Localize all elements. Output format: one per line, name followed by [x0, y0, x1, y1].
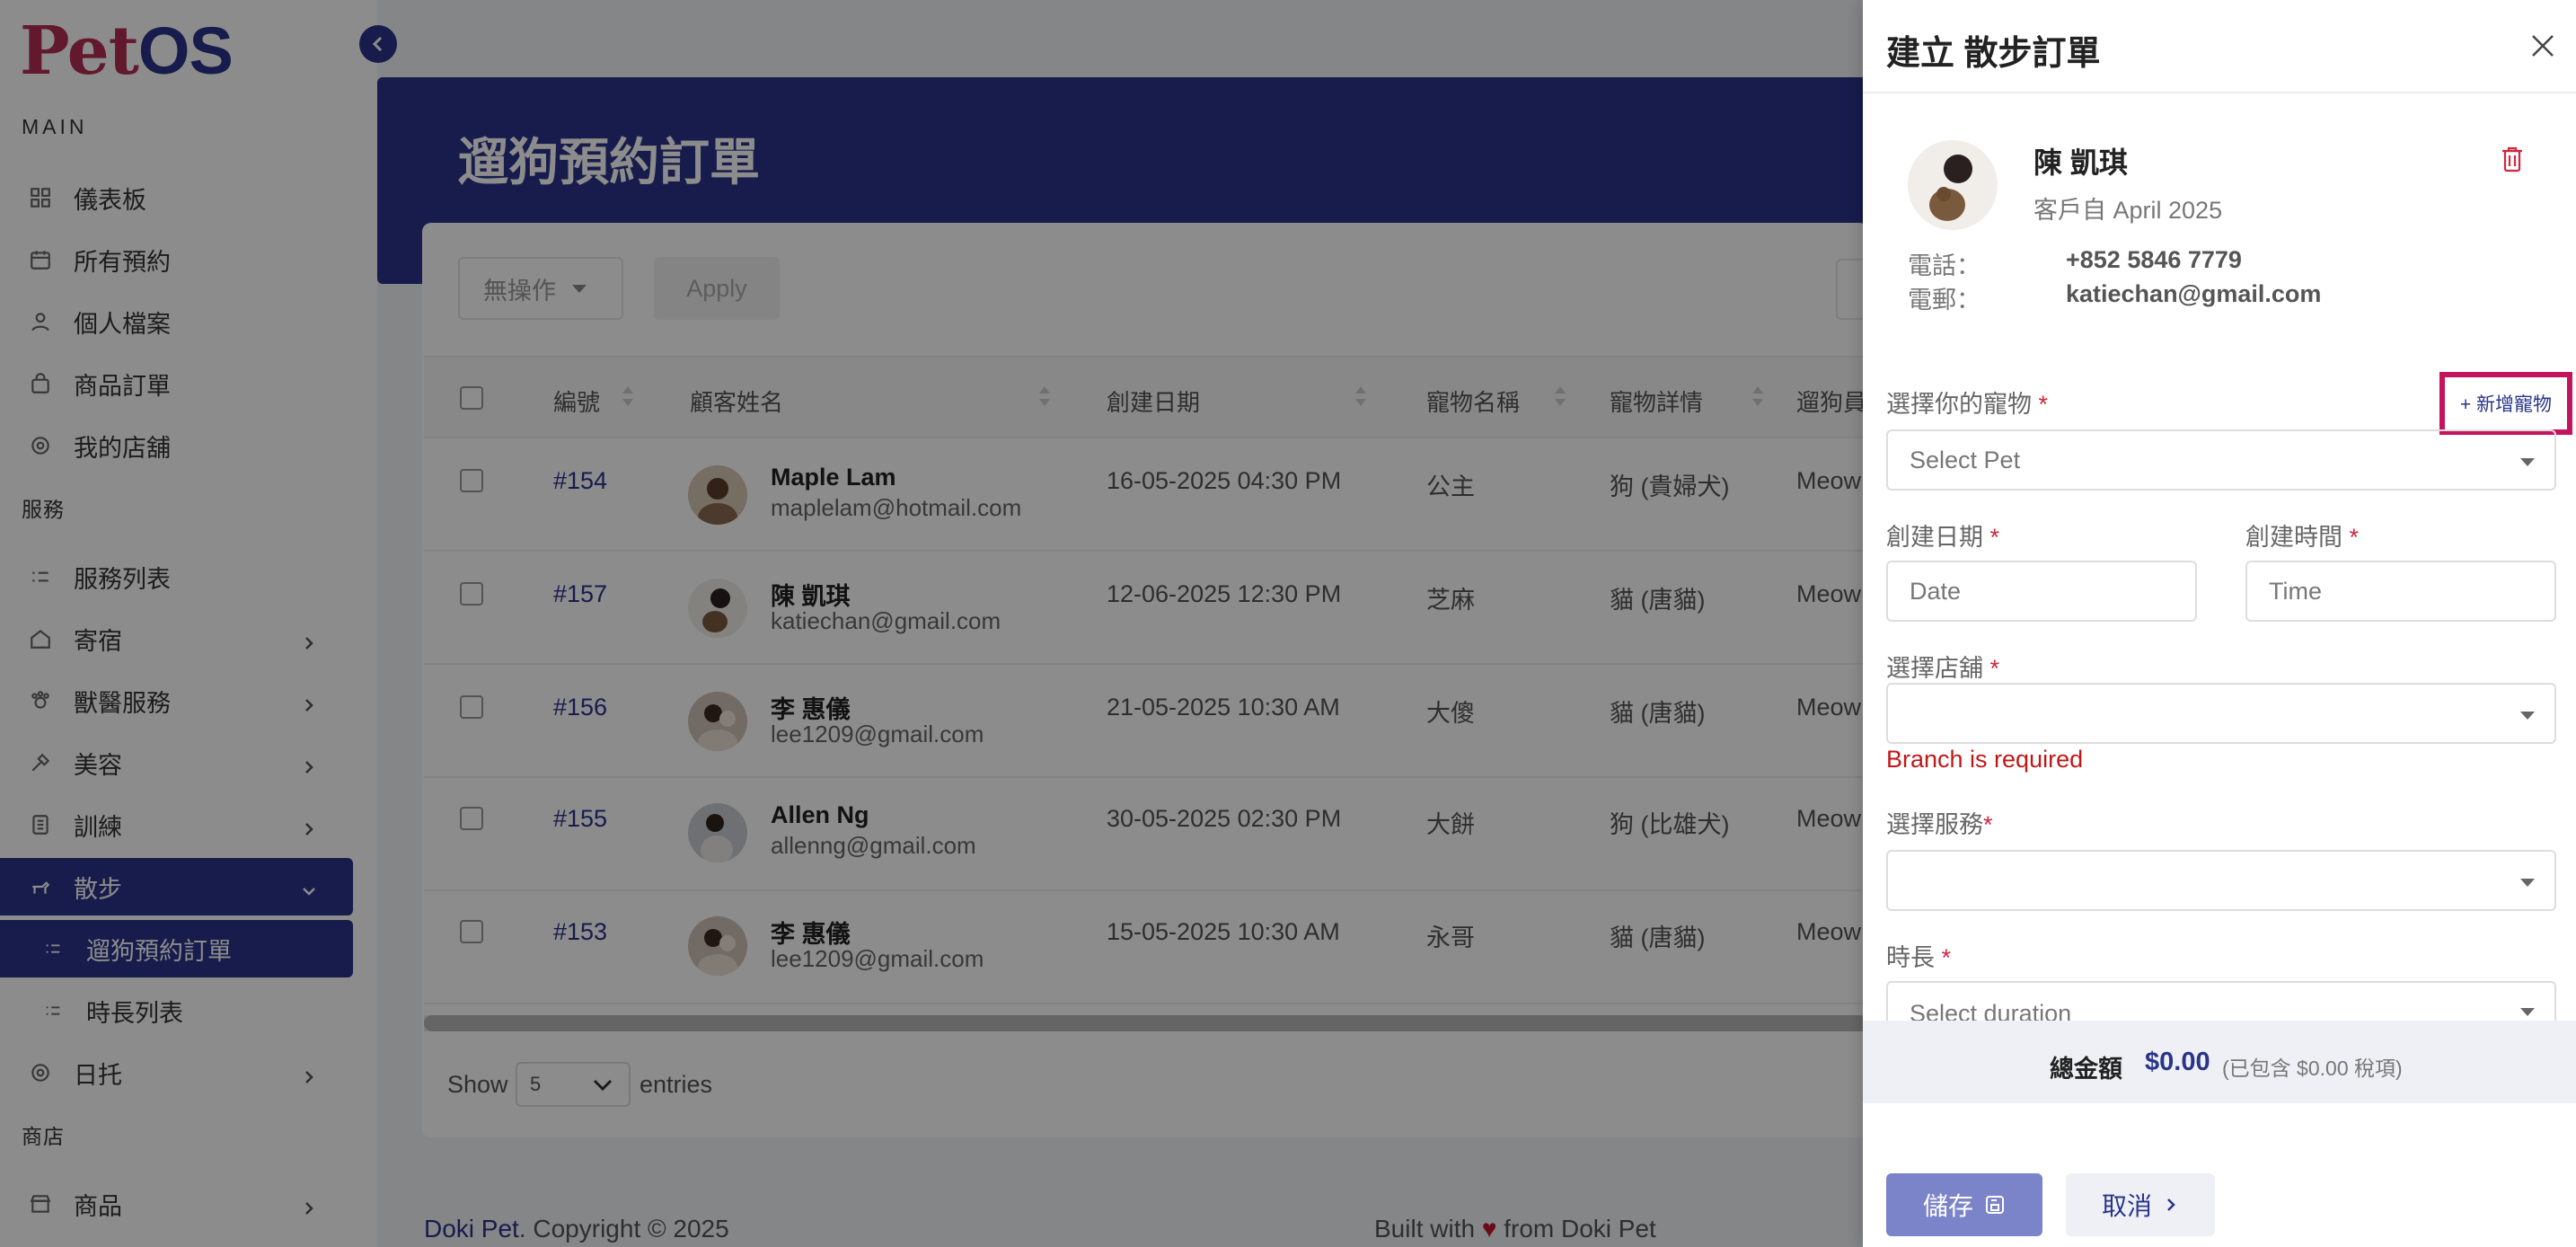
- drawer-header: 建立 散步訂單: [1863, 0, 2576, 93]
- caret-down-icon: [2520, 1008, 2535, 1016]
- caret-down-icon: [2520, 712, 2535, 720]
- time-input-placeholder: Time: [2269, 577, 2322, 605]
- remove-customer-button[interactable]: [2501, 146, 2527, 176]
- total-amount: $0.00: [2145, 1048, 2210, 1076]
- trash-icon: [2502, 146, 2522, 172]
- date-field-label: 創建日期 *: [1886, 524, 2000, 551]
- total-label: 總金額: [2050, 1056, 2122, 1083]
- branch-error-message: Branch is required: [1886, 746, 2084, 773]
- total-tax-note: (已包含 $0.00 稅項): [2222, 1057, 2403, 1080]
- caret-down-icon: [2520, 458, 2535, 466]
- save-button[interactable]: 儲存: [1886, 1173, 2042, 1236]
- chevron-right-icon: [2167, 1198, 2175, 1211]
- cancel-button[interactable]: 取消: [2066, 1173, 2215, 1236]
- email-label: 電郵：: [1908, 287, 1981, 314]
- duration-select[interactable]: Select duration: [1886, 981, 2556, 1027]
- phone-value: +852 5846 7779: [2066, 246, 2242, 273]
- save-button-label: 儲存: [1922, 1192, 1973, 1220]
- phone-label: 電話：: [1908, 252, 1981, 279]
- pet-select-placeholder: Select Pet: [1910, 446, 2021, 473]
- cancel-button-label: 取消: [2101, 1192, 2152, 1220]
- caret-down-icon: [2520, 879, 2535, 887]
- service-select[interactable]: [1886, 850, 2556, 911]
- customer-since: 客戶自 April 2025: [2033, 197, 2223, 224]
- drawer-title: 建立 散步訂單: [1886, 35, 2101, 73]
- close-icon: [2532, 35, 2554, 57]
- email-value: katiechan@gmail.com: [2066, 280, 2322, 307]
- add-pet-button[interactable]: + 新增寵物: [2439, 372, 2572, 435]
- duration-field-label: 時長 *: [1886, 944, 1952, 971]
- service-field-label: 選擇服務*: [1886, 811, 1993, 838]
- close-button[interactable]: [2526, 29, 2560, 63]
- date-input[interactable]: Date: [1886, 561, 2197, 622]
- total-summary-bar: [1863, 1021, 2576, 1103]
- pet-field-label: 選擇你的寵物 *: [1886, 391, 2049, 418]
- modal-backdrop[interactable]: [0, 0, 1863, 1247]
- branch-field-label: 選擇店舖 *: [1886, 655, 2000, 682]
- time-input[interactable]: Time: [2245, 561, 2556, 622]
- date-input-placeholder: Date: [1910, 577, 1962, 605]
- branch-select[interactable]: [1886, 683, 2556, 744]
- save-icon: [1986, 1196, 2004, 1214]
- customer-avatar: [1908, 140, 1998, 230]
- time-field-label: 創建時間 *: [2245, 524, 2360, 551]
- customer-name: 陳 凱琪: [2033, 146, 2128, 179]
- pet-select[interactable]: Select Pet: [1886, 429, 2556, 491]
